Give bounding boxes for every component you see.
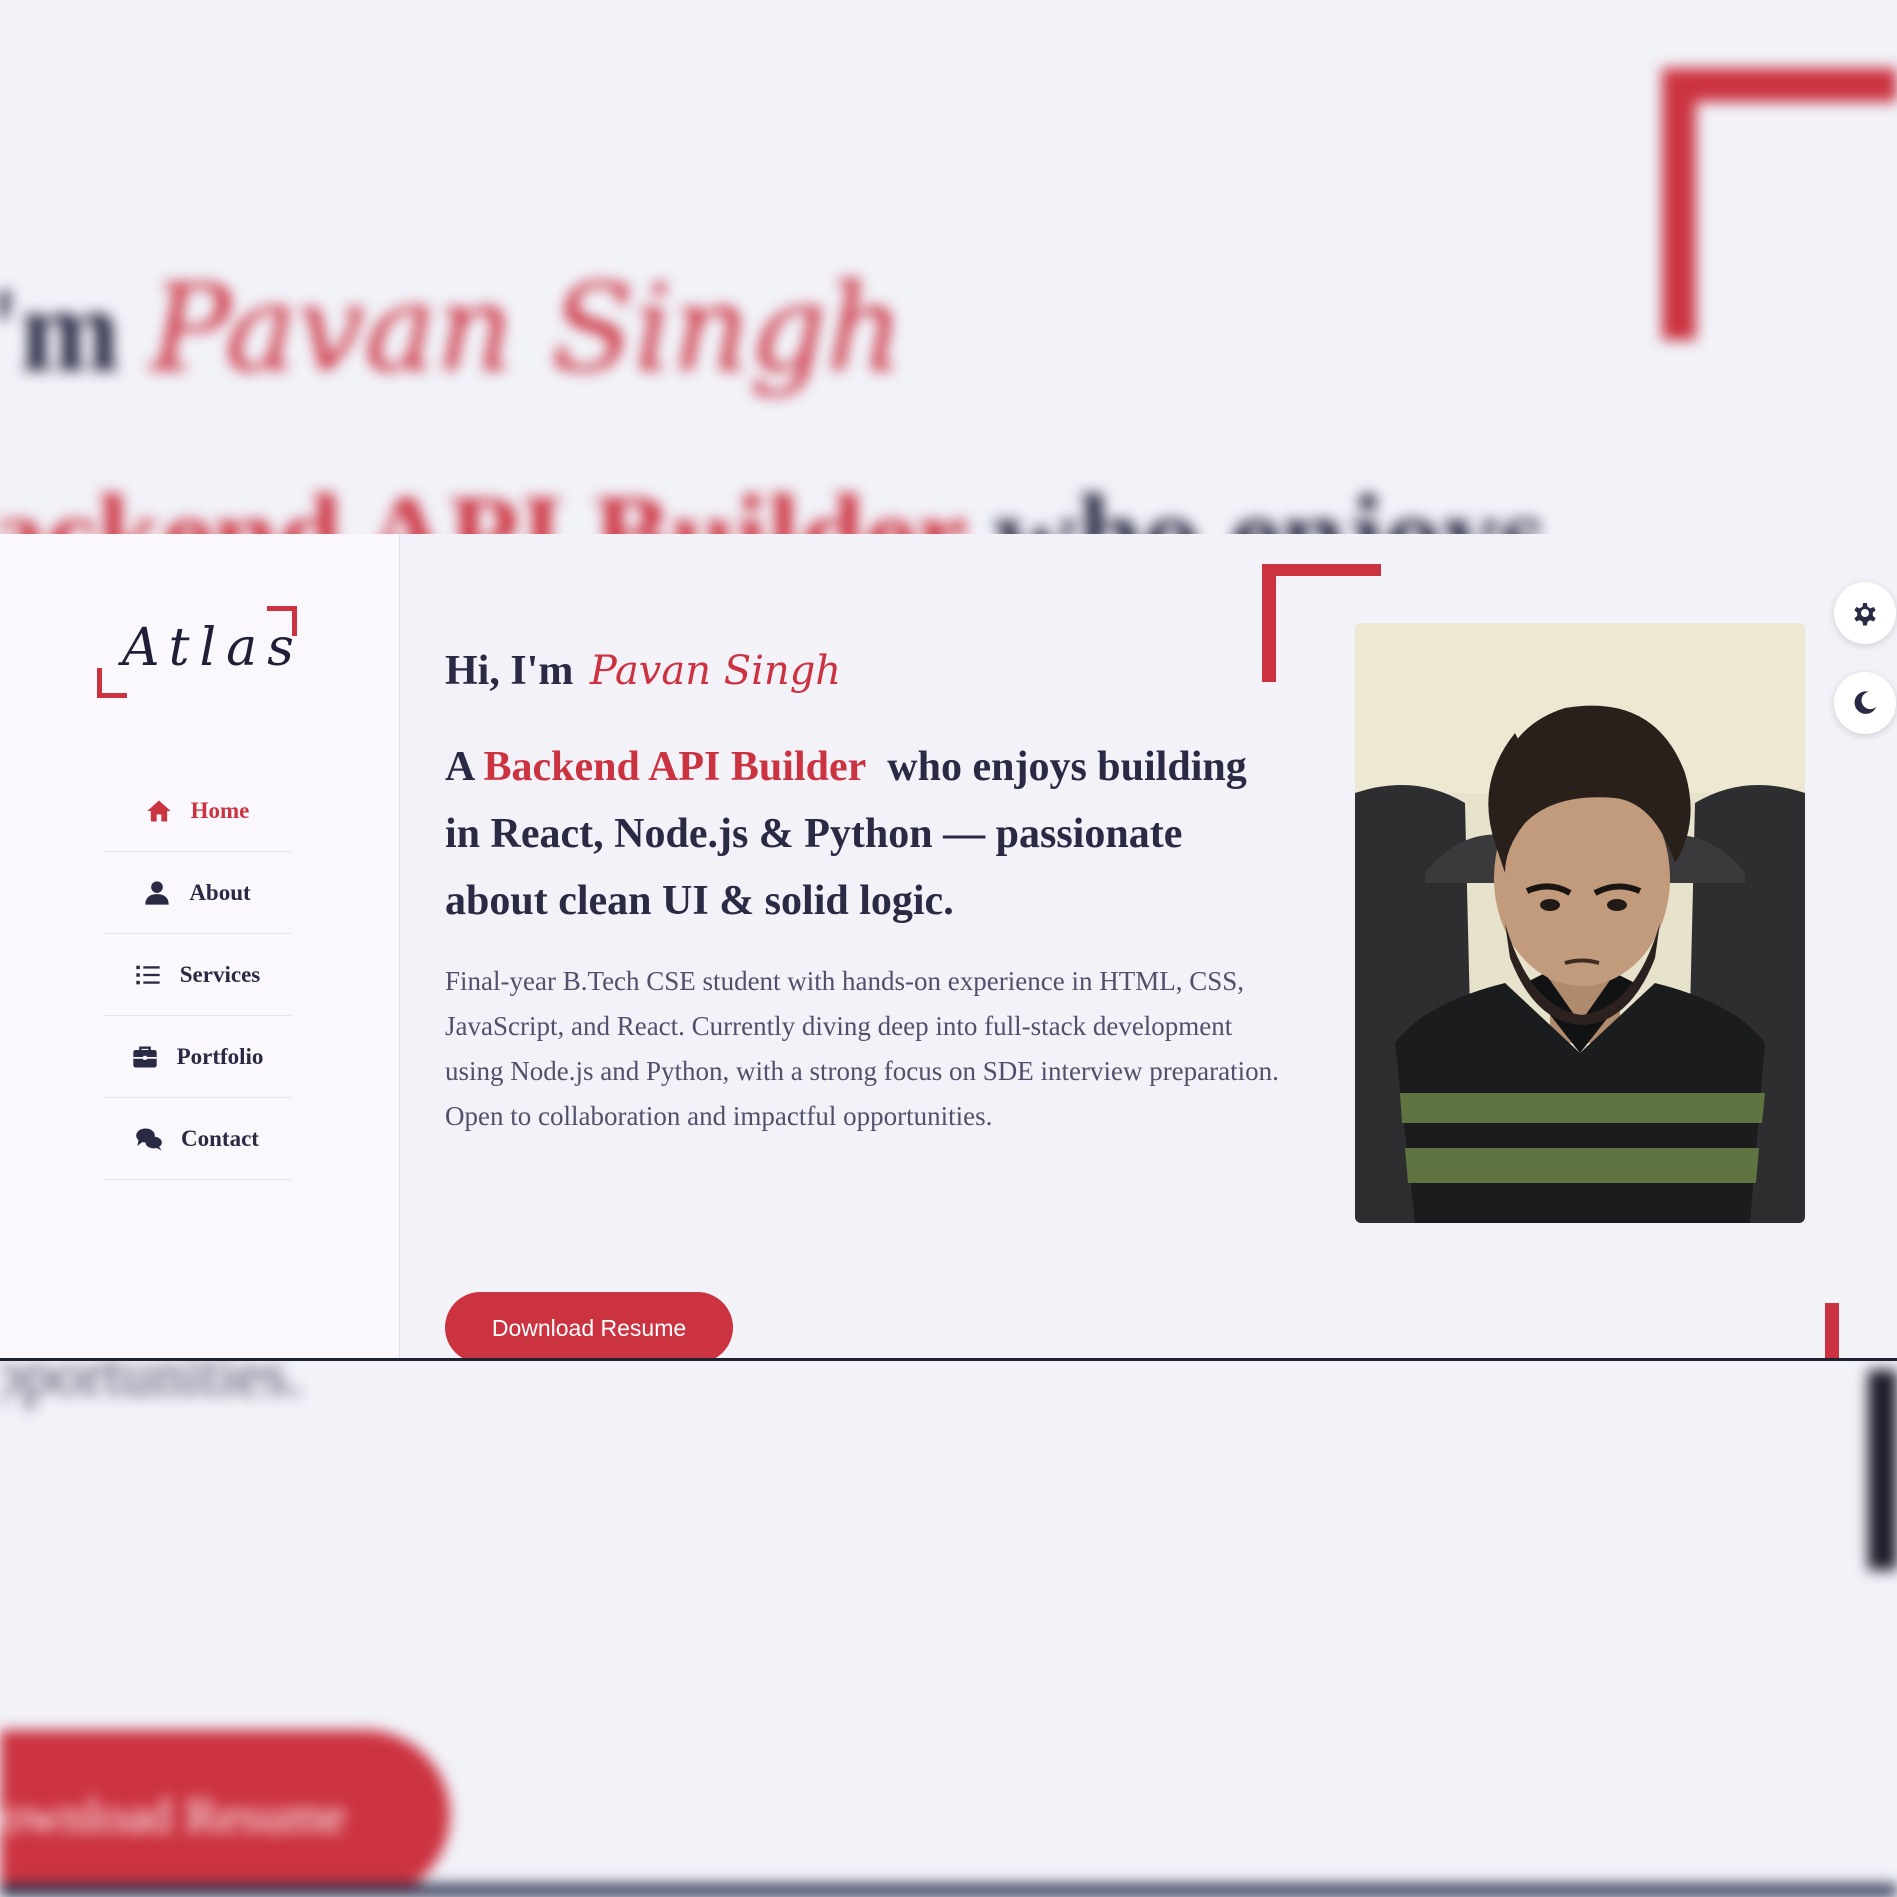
- nav-item-contact[interactable]: Contact: [103, 1098, 291, 1180]
- photo-frame-corner-vertical: [1262, 564, 1276, 682]
- sidebar-nav: Home About Services Portfolio Contact: [103, 770, 291, 1180]
- bg-greeting: I'm Pavan Singh: [0, 260, 904, 399]
- theme-toggle-button[interactable]: [1834, 672, 1896, 734]
- headline-highlight: Backend API Builder: [483, 744, 867, 790]
- bg-greeting-text: I'm: [0, 263, 120, 396]
- settings-button[interactable]: [1834, 582, 1896, 644]
- window-bottom-border: [0, 1358, 1897, 1361]
- headline: A Backend API Builder who enjoys buildin…: [445, 734, 1265, 935]
- briefcase-icon: [132, 1046, 157, 1067]
- bg-corner-accent-vertical: [1662, 68, 1696, 340]
- nav-label: Portfolio: [176, 1043, 264, 1069]
- description: Final-year B.Tech CSE student with hands…: [445, 966, 1279, 1131]
- photo-frame-corner: [1262, 564, 1381, 576]
- greeting: Hi, I'm Pavan Singh: [445, 647, 841, 695]
- bg-download-button: Download Resume: [0, 1730, 450, 1897]
- sidebar: Atlas Home About Services Portfolio Cont…: [0, 534, 400, 1360]
- profile-photo-illustration: [1355, 623, 1805, 1223]
- list-icon: [136, 965, 160, 984]
- moon-icon: [1854, 691, 1877, 714]
- comments-icon: [136, 1128, 162, 1151]
- nav-item-services[interactable]: Services: [103, 934, 291, 1016]
- home-icon: [146, 800, 171, 821]
- gear-icon: [1854, 603, 1876, 626]
- bg-bottom-bar: [0, 1884, 1897, 1897]
- greeting-text: Hi, I'm: [445, 648, 574, 694]
- nav-label: Services: [179, 961, 261, 987]
- nav-item-portfolio[interactable]: Portfolio: [103, 1016, 291, 1098]
- user-icon: [145, 880, 169, 905]
- download-resume-button[interactable]: Download Resume: [445, 1292, 733, 1360]
- page-window: Atlas Home About Services Portfolio Cont…: [0, 534, 1897, 1360]
- logo[interactable]: Atlas: [97, 606, 297, 698]
- nav-item-about[interactable]: About: [103, 852, 291, 934]
- bg-dark-edge: [1868, 1370, 1897, 1570]
- nav-label: Contact: [181, 1125, 259, 1151]
- hero-name: Pavan Singh: [589, 648, 842, 694]
- profile-photo: [1355, 623, 1805, 1223]
- logo-text: Atlas: [122, 618, 304, 678]
- bg-name: Pavan Singh: [150, 260, 904, 399]
- photo-frame-corner-bottom: [1825, 1303, 1839, 1360]
- logo-corner: [97, 668, 102, 698]
- nav-item-home[interactable]: Home: [103, 770, 291, 852]
- headline-prefix: A: [445, 744, 474, 790]
- bg-corner-accent: [1662, 68, 1897, 102]
- nav-label: Home: [190, 797, 250, 823]
- nav-label: About: [189, 879, 251, 905]
